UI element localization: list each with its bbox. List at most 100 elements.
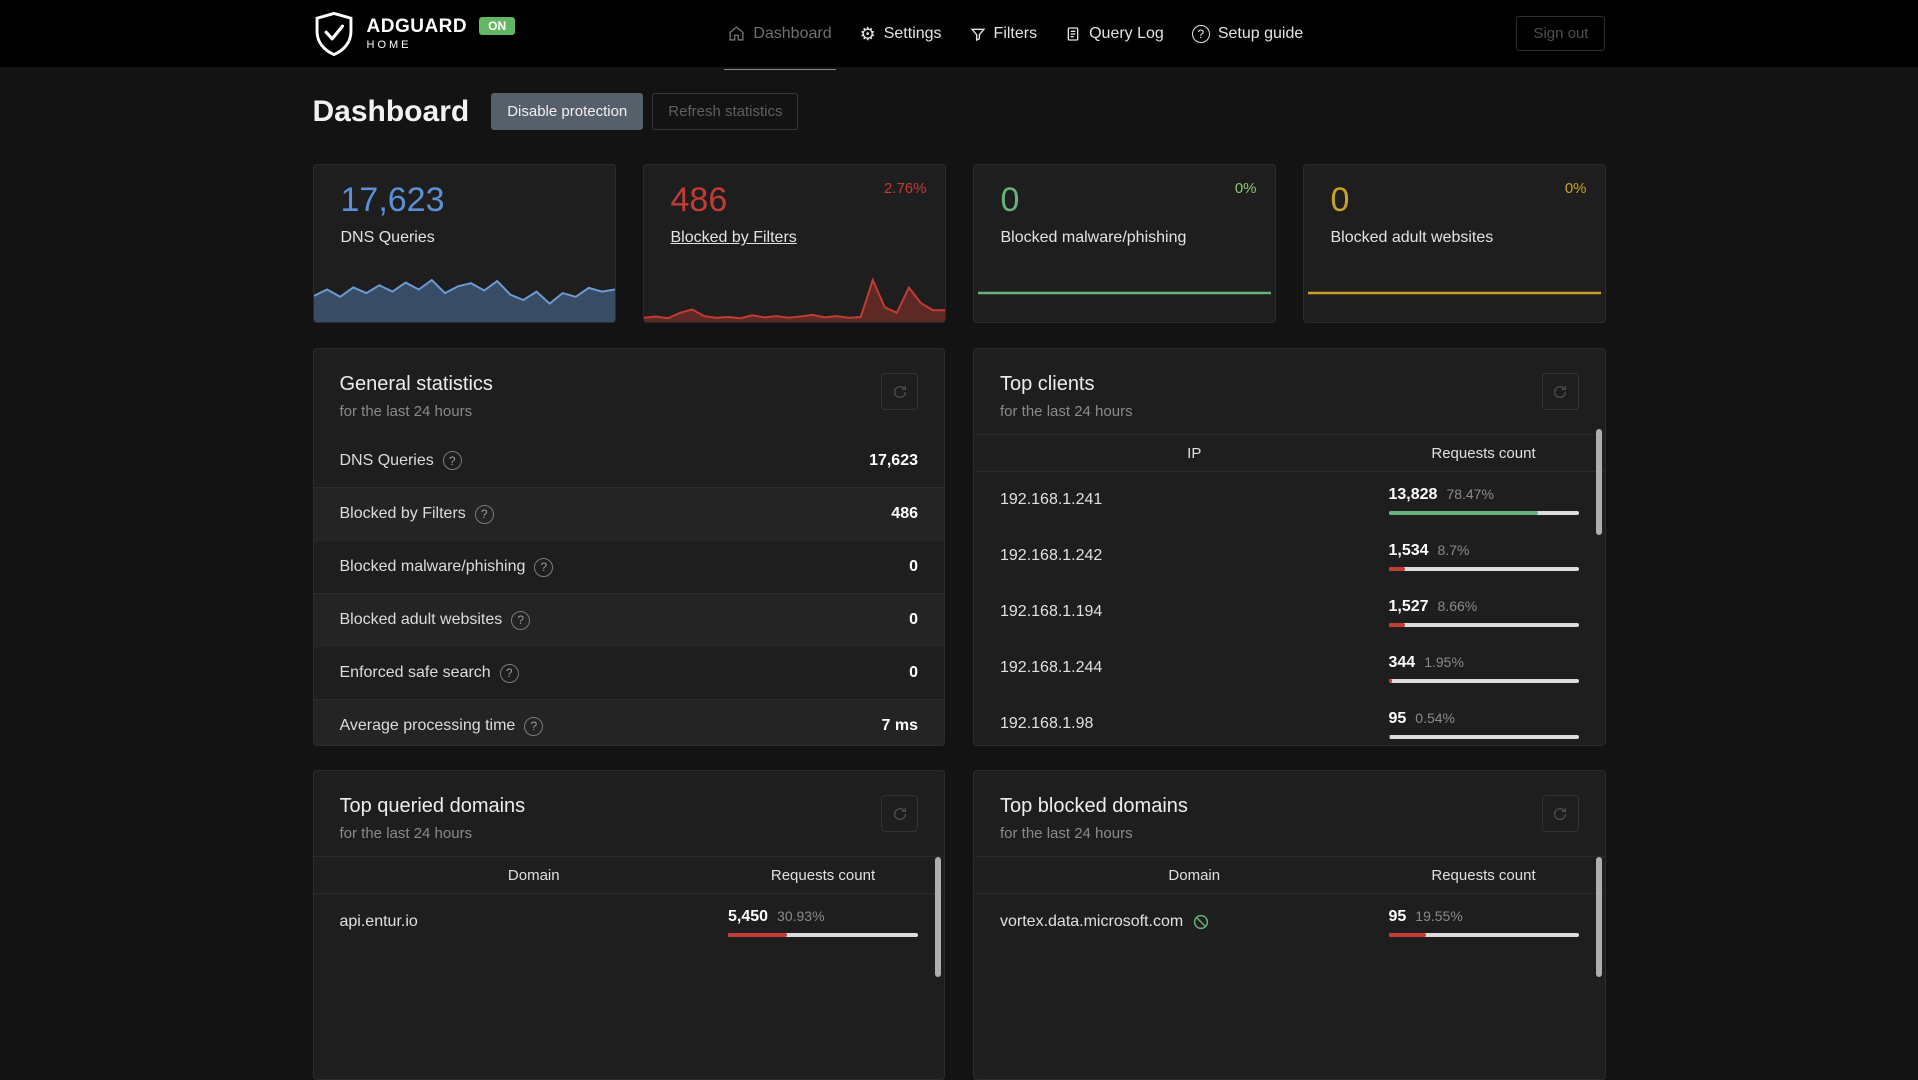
request-percent: 0.54% — [1415, 709, 1455, 726]
table-header: IP Requests count — [974, 434, 1605, 472]
scrollbar-thumb[interactable] — [1595, 857, 1602, 977]
table-row: 192.168.1.242 1,534 8.7% — [974, 528, 1605, 584]
nav-filters[interactable]: Filters — [956, 0, 1052, 67]
nav-dashboard[interactable]: Dashboard — [714, 0, 845, 70]
refresh-card-button[interactable] — [881, 795, 918, 832]
request-count: 1,527 — [1388, 597, 1429, 615]
refresh-card-button[interactable] — [881, 373, 918, 410]
sign-out-button[interactable]: Sign out — [1516, 16, 1606, 51]
help-icon[interactable]: ? — [534, 557, 554, 577]
document-icon — [1065, 26, 1081, 42]
progress-bar — [1388, 566, 1579, 571]
home-icon — [728, 25, 745, 42]
mid-row: General statistics for the last 24 hours… — [312, 348, 1606, 746]
card-subtitle: for the last 24 hours — [1000, 825, 1133, 842]
stat-label: Blocked adult websites — [339, 611, 503, 628]
blocked-adult-card: 0% 0 Blocked adult websites — [1302, 164, 1606, 323]
blocked-adult-value: 0 — [1330, 181, 1350, 219]
request-percent: 30.93% — [777, 907, 825, 924]
request-count: 344 — [1388, 653, 1416, 671]
adguard-logo[interactable]: ADGUARD ON HOME — [313, 11, 516, 57]
client-ip[interactable]: 192.168.1.194 — [1000, 603, 1389, 621]
progress-bar — [1388, 734, 1579, 739]
stat-row-safe-search: Enforced safe search? 0 — [313, 646, 944, 699]
dns-queries-sparkline — [313, 274, 615, 322]
card-title: Top clients — [1000, 373, 1095, 395]
request-percent: 19.55% — [1415, 907, 1463, 924]
stat-label: Enforced safe search — [339, 664, 491, 681]
general-statistics-card: General statistics for the last 24 hours… — [312, 348, 945, 746]
scrollbar-thumb[interactable] — [935, 857, 941, 977]
column-domain: Domain — [507, 866, 560, 884]
table-row: 192.168.1.98 95 0.54% — [974, 696, 1605, 745]
brand-sub: HOME — [366, 38, 412, 51]
help-circle-icon: ? — [1191, 24, 1210, 43]
nav-links: Dashboard ⚙ Settings Filters Query Log ? — [714, 0, 1317, 70]
table-header: Domain Requests count — [313, 856, 944, 894]
client-ip[interactable]: 192.168.1.242 — [1000, 547, 1389, 565]
table-row: 192.168.1.244 344 1.95% — [974, 640, 1605, 696]
stat-value: 0 — [909, 611, 918, 628]
help-icon[interactable]: ? — [511, 610, 531, 630]
stat-label: Blocked malware/phishing — [339, 558, 526, 575]
page-title: Dashboard — [312, 94, 470, 128]
client-ip[interactable]: 192.168.1.241 — [1000, 491, 1389, 509]
nav-setup-guide[interactable]: ? Setup guide — [1178, 0, 1317, 67]
nav-label: Query Log — [1089, 24, 1164, 42]
blocked-filters-percent: 2.76% — [883, 180, 927, 197]
page-head: Dashboard Disable protection Refresh sta… — [313, 93, 1606, 130]
domain-name[interactable]: vortex.data.microsoft.com — [1000, 913, 1389, 931]
stat-label: Blocked by Filters — [339, 505, 466, 522]
nav-query-log[interactable]: Query Log — [1051, 0, 1178, 67]
refresh-card-button[interactable] — [1541, 795, 1579, 832]
help-icon[interactable]: ? — [499, 663, 519, 683]
disable-protection-button[interactable]: Disable protection — [491, 93, 644, 130]
general-stats-list: DNS Queries? 17,623 Blocked by Filters? … — [313, 434, 944, 745]
nav-label: Settings — [883, 24, 942, 42]
nav-settings[interactable]: ⚙ Settings — [846, 0, 956, 67]
progress-bar — [1388, 932, 1579, 937]
stat-row-blocked-malware: Blocked malware/phishing? 0 — [313, 540, 944, 593]
stat-value: 0 — [909, 664, 918, 681]
requests-cell: 95 19.55% — [1388, 907, 1579, 937]
requests-cell: 1,534 8.7% — [1388, 541, 1579, 571]
table-row: 192.168.1.241 13,828 78.47% — [974, 472, 1605, 528]
blocked-malware-label: Blocked malware/phishing — [1000, 229, 1187, 247]
column-requests: Requests count — [1431, 444, 1536, 462]
progress-bar — [728, 932, 918, 937]
request-count: 1,534 — [1388, 541, 1429, 559]
help-icon[interactable]: ? — [474, 504, 494, 524]
stat-label: DNS Queries — [339, 451, 434, 469]
blocked-malware-value: 0 — [1000, 181, 1020, 219]
main-content: Dashboard Disable protection Refresh sta… — [312, 93, 1606, 1080]
help-icon[interactable]: ? — [524, 716, 544, 736]
card-subtitle: for the last 24 hours — [1000, 403, 1133, 420]
blocked-filters-link[interactable]: Blocked by Filters — [671, 229, 797, 247]
domain-name[interactable]: api.entur.io — [340, 913, 729, 931]
client-ip[interactable]: 192.168.1.98 — [1000, 715, 1389, 733]
column-requests: Requests count — [1431, 866, 1536, 884]
progress-bar — [1388, 510, 1579, 515]
stat-value: 486 — [891, 505, 918, 522]
card-subtitle: for the last 24 hours — [339, 825, 473, 842]
refresh-card-button[interactable] — [1541, 373, 1579, 410]
progress-bar — [1388, 622, 1579, 627]
scrollbar-thumb[interactable] — [1595, 429, 1602, 535]
dns-queries-label: DNS Queries — [340, 229, 435, 247]
requests-cell: 95 0.54% — [1388, 709, 1579, 739]
refresh-icon — [893, 807, 906, 820]
nav-label: Dashboard — [753, 24, 832, 42]
stat-value: 17,623 — [869, 451, 918, 469]
request-percent: 8.66% — [1437, 597, 1478, 614]
dns-queries-card: 17,623 DNS Queries — [312, 164, 616, 323]
nav-label: Filters — [993, 24, 1038, 42]
refresh-statistics-button[interactable]: Refresh statistics — [652, 93, 799, 130]
help-icon[interactable]: ? — [442, 451, 462, 470]
blocked-adult-percent: 0% — [1564, 180, 1587, 197]
client-ip[interactable]: 192.168.1.244 — [1000, 659, 1389, 677]
blocked-malware-card: 0% 0 Blocked malware/phishing — [972, 164, 1276, 323]
requests-cell: 13,828 78.47% — [1388, 486, 1579, 515]
shield-logo-icon — [315, 11, 352, 56]
dns-queries-value: 17,623 — [340, 181, 445, 219]
stat-label: Average processing time — [339, 717, 516, 734]
